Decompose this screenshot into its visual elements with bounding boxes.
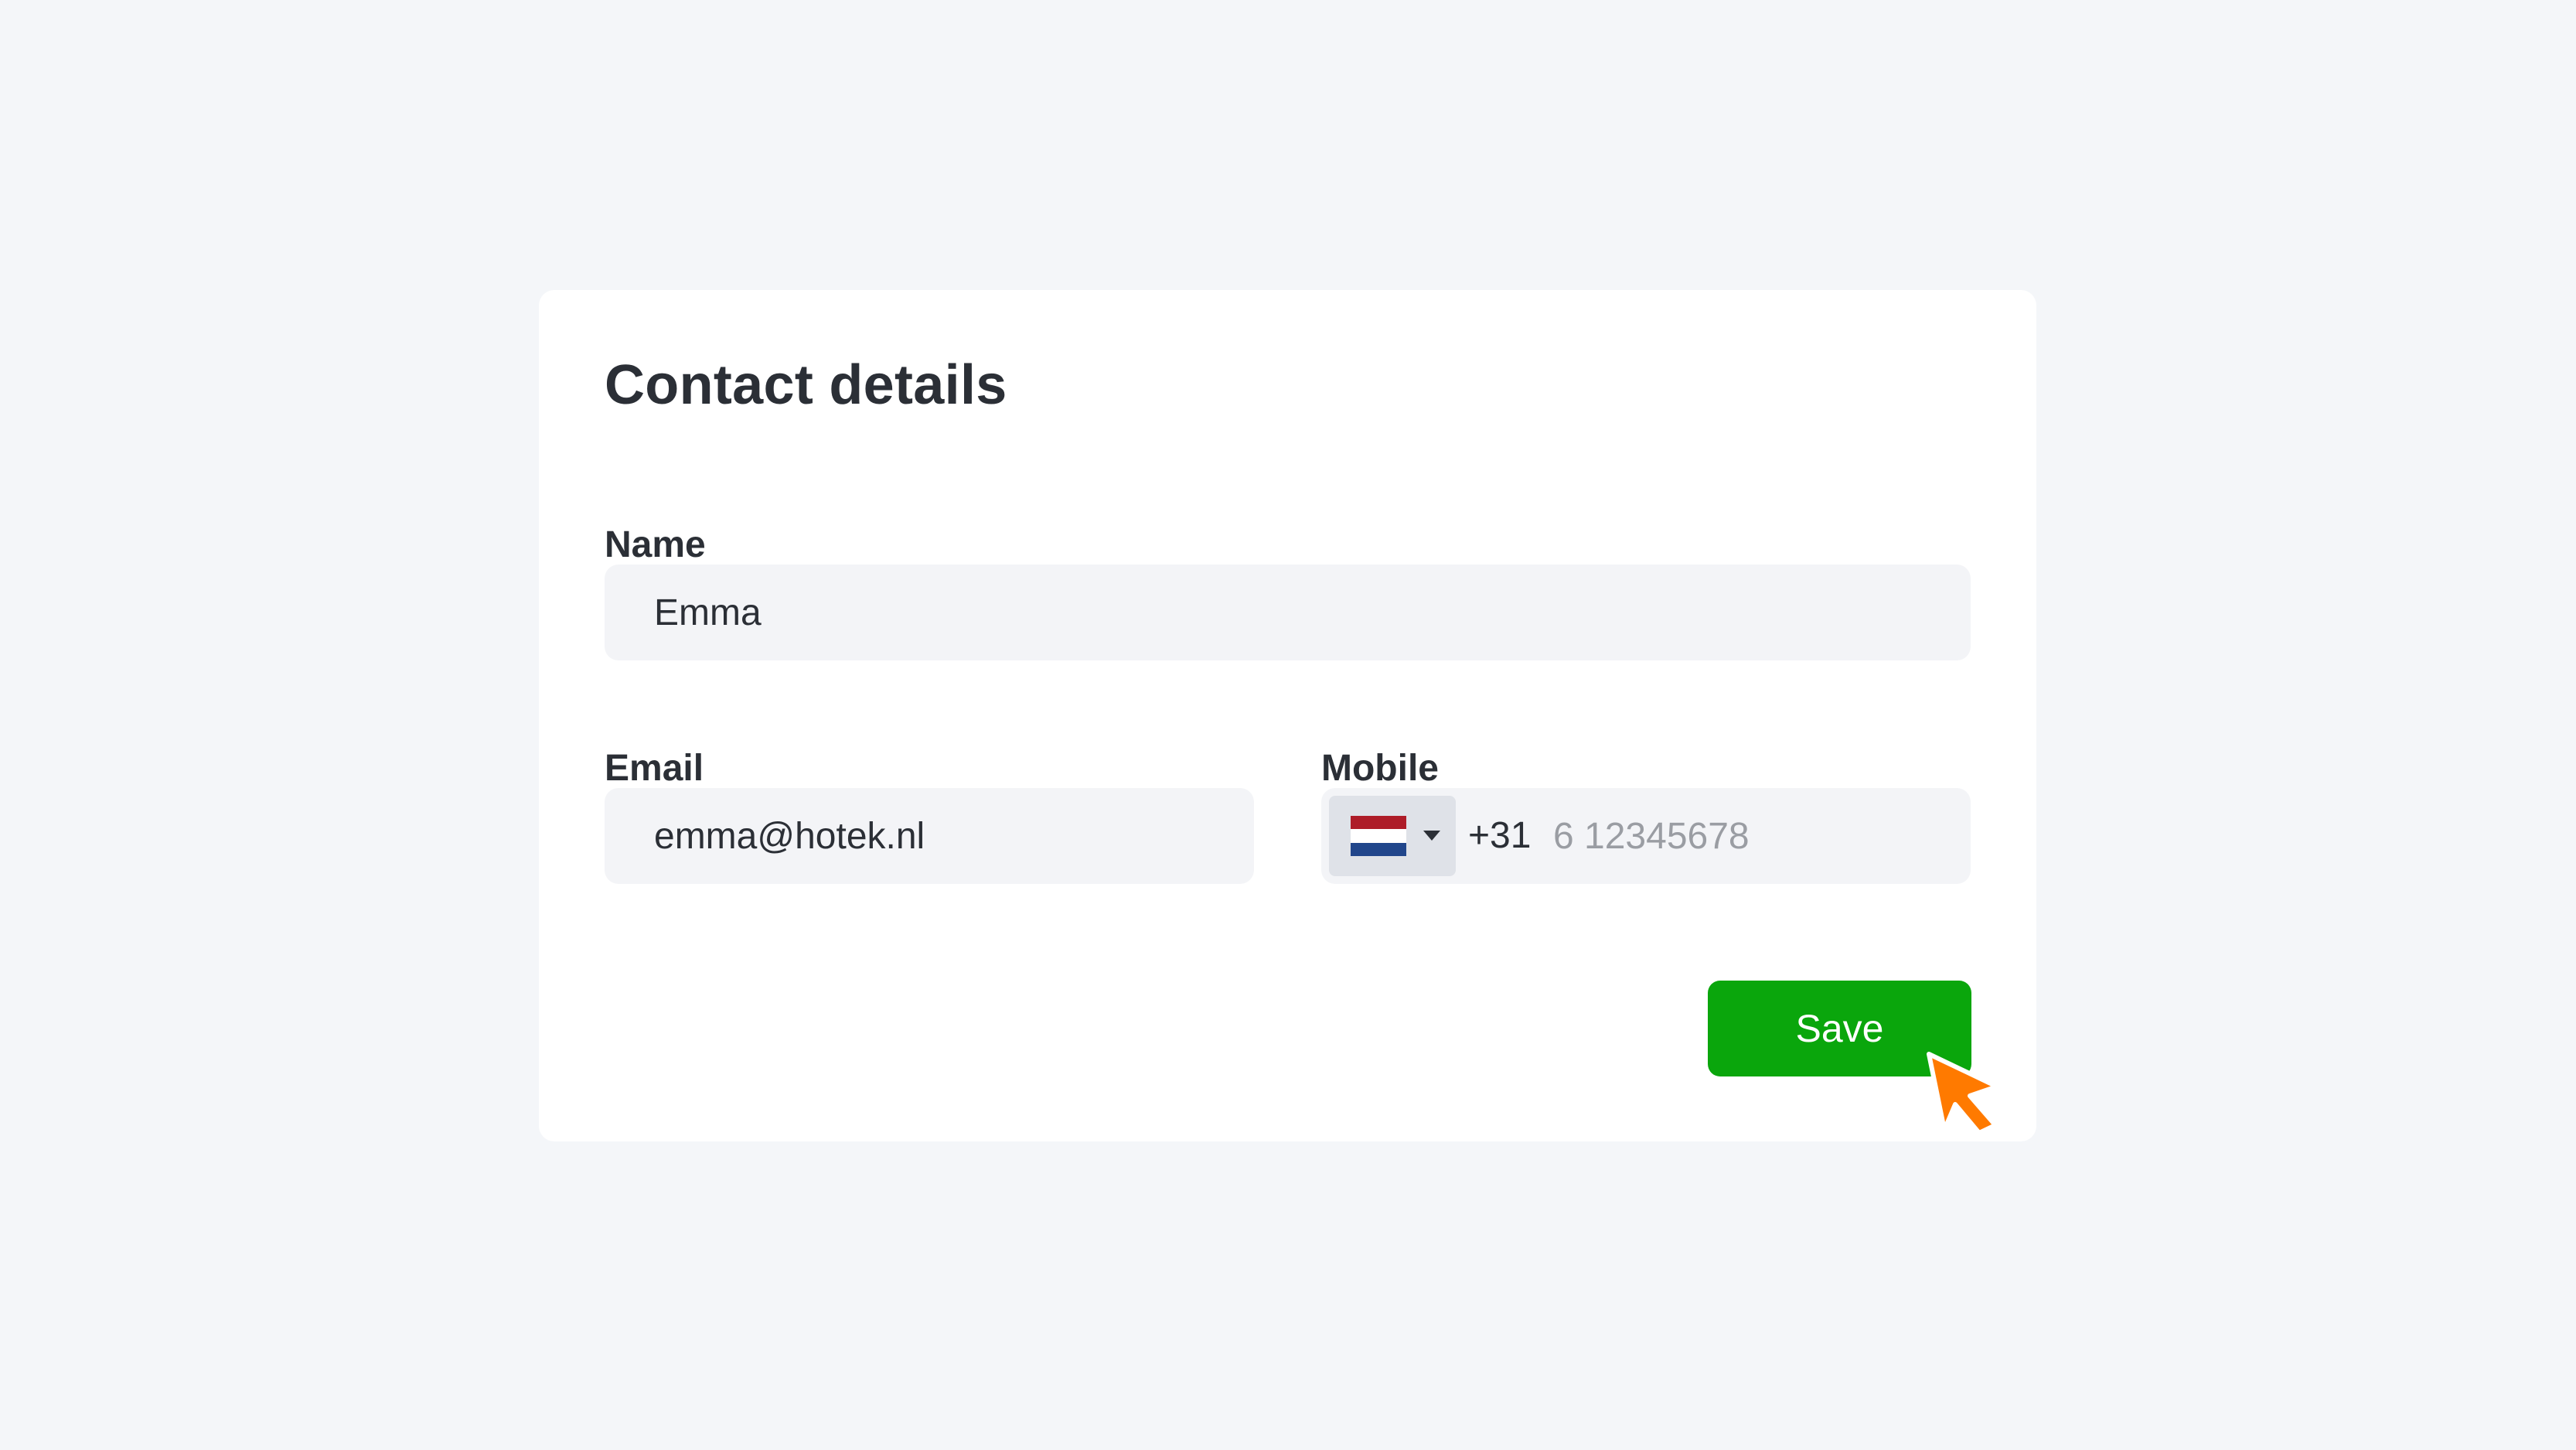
email-field[interactable]	[605, 788, 1254, 884]
name-input[interactable]	[605, 565, 1971, 660]
contact-details-card: Contact details Name Email Mobile +31 Sa…	[539, 290, 2036, 1141]
country-code-dropdown[interactable]	[1329, 796, 1456, 876]
caret-down-icon	[1423, 831, 1440, 841]
form-title: Contact details	[605, 354, 1007, 416]
name-label: Name	[605, 524, 706, 565]
netherlands-flag-icon	[1351, 816, 1406, 856]
mobile-label: Mobile	[1321, 748, 1439, 789]
email-label: Email	[605, 748, 704, 789]
mouse-pointer-icon	[1927, 1052, 1999, 1135]
country-dial-code: +31	[1468, 815, 1532, 856]
email-input[interactable]	[605, 788, 1254, 884]
mobile-input[interactable]	[1553, 788, 1971, 884]
name-field[interactable]	[605, 565, 1971, 660]
mobile-field[interactable]: +31	[1321, 788, 1971, 884]
